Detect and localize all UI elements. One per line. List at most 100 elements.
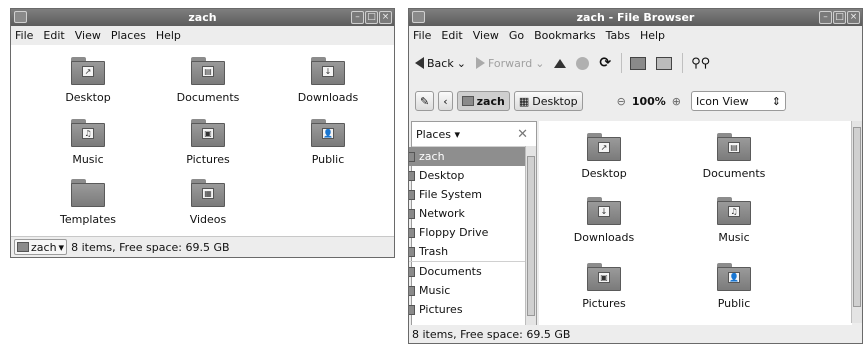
- file-label: Downloads: [297, 91, 359, 104]
- left-item-videos[interactable]: ▦ Videos: [153, 179, 263, 226]
- menu-view[interactable]: View: [75, 28, 101, 43]
- chevron-down-icon[interactable]: ⌄: [535, 57, 544, 70]
- places-sidebar: Places ▾ ✕ zach Desktop File System Network…: [409, 121, 537, 327]
- places-dropdown[interactable]: Places ▾: [416, 128, 460, 141]
- pictures-folder-icon: ▣: [191, 119, 225, 147]
- back-button[interactable]: Back ⌄: [415, 57, 466, 70]
- menu-go[interactable]: Go: [509, 28, 524, 43]
- zoom-out-icon[interactable]: ⊖: [617, 95, 626, 108]
- menu-tabs[interactable]: Tabs: [606, 28, 630, 43]
- back-label: Back: [427, 56, 454, 70]
- right-item-public[interactable]: 👤 Public: [679, 263, 789, 310]
- zoom-in-icon[interactable]: ⊕: [672, 95, 681, 108]
- menu-help[interactable]: Help: [640, 28, 665, 43]
- maximize-icon[interactable]: □: [833, 11, 846, 24]
- minimize-icon[interactable]: –: [819, 11, 832, 24]
- breadcrumb-current-label: zach: [476, 94, 505, 108]
- content-scroll-thumb[interactable]: [853, 127, 861, 307]
- left-window-title: zach: [188, 11, 217, 24]
- sidebar-item-trash[interactable]: Trash: [409, 242, 525, 261]
- breadcrumb-desktop[interactable]: ▦ Desktop: [513, 91, 583, 111]
- left-item-documents[interactable]: ▤ Documents: [153, 57, 263, 104]
- file-label: Pictures: [582, 297, 626, 310]
- search-button[interactable]: ⚲⚲: [691, 56, 710, 71]
- location-label: zach: [31, 240, 57, 254]
- chevron-down-icon[interactable]: ⌄: [457, 57, 466, 70]
- close-icon[interactable]: ×: [847, 11, 860, 24]
- file-label: Pictures: [186, 153, 230, 166]
- file-label: Videos: [189, 213, 227, 226]
- breadcrumb-zach[interactable]: zach: [456, 91, 510, 111]
- right-menubar: File Edit View Go Bookmarks Tabs Help: [409, 26, 862, 45]
- menu-edit[interactable]: Edit: [441, 28, 462, 43]
- menu-places[interactable]: Places: [111, 28, 146, 43]
- left-menubar: File Edit View Places Help: [11, 26, 394, 45]
- left-item-music[interactable]: ♫ Music: [33, 119, 143, 166]
- home-button[interactable]: [630, 56, 647, 70]
- right-item-music[interactable]: ♫ Music: [679, 197, 789, 244]
- music-icon: [409, 285, 415, 296]
- sidebar-item-zach[interactable]: zach: [409, 147, 525, 166]
- sidebar-item-desktop[interactable]: Desktop: [409, 166, 525, 185]
- menu-edit[interactable]: Edit: [43, 28, 64, 43]
- left-item-public[interactable]: 👤 Public: [273, 119, 383, 166]
- menu-file[interactable]: File: [413, 28, 431, 43]
- computer-button[interactable]: [656, 56, 673, 70]
- toggle-location-button[interactable]: ✎: [415, 91, 435, 111]
- file-label: Public: [311, 153, 345, 166]
- downloads-folder-icon: ↓: [587, 197, 621, 225]
- right-titlebar[interactable]: zach - File Browser – □ ×: [409, 9, 862, 26]
- right-item-pictures[interactable]: ▣ Pictures: [549, 263, 659, 310]
- trash-icon: [409, 246, 415, 257]
- public-folder-icon: 👤: [311, 119, 345, 147]
- file-label: Documents: [176, 91, 240, 104]
- templates-folder-icon: [71, 179, 105, 207]
- file-label: Desktop: [581, 167, 627, 180]
- desktop-icon: ▦: [518, 94, 530, 108]
- edit-location-icon: ✎: [420, 94, 430, 108]
- sidebar-scrollbar[interactable]: [525, 146, 536, 326]
- close-icon[interactable]: ×: [379, 11, 392, 24]
- breadcrumb-desktop-label: Desktop: [532, 94, 578, 108]
- right-item-downloads[interactable]: ↓ Downloads: [549, 197, 659, 244]
- sidebar-item-network[interactable]: Network: [409, 204, 525, 223]
- window-menu-icon[interactable]: [14, 11, 27, 23]
- desktop-folder-icon: ↗: [587, 133, 621, 161]
- close-sidebar-icon[interactable]: ✕: [517, 127, 528, 142]
- left-item-templates[interactable]: Templates: [33, 179, 143, 226]
- file-label: Desktop: [65, 91, 111, 104]
- left-item-desktop[interactable]: ↗ Desktop: [33, 57, 143, 104]
- right-icon-view[interactable]: ↗ Desktop ▤ Documents ↓ Downloads ♫ Music ▣ Pictu…: [539, 121, 852, 327]
- left-item-pictures[interactable]: ▣ Pictures: [153, 119, 263, 166]
- file-label: Documents: [702, 167, 766, 180]
- sidebar-scroll-thumb[interactable]: [527, 156, 535, 316]
- left-titlebar[interactable]: zach – □ ×: [11, 9, 394, 26]
- left-icon-view[interactable]: ↗ Desktop ▤ Documents ↓ Downloads ♫ Music ▣ Pictu…: [11, 45, 394, 237]
- sidebar-item-file-system[interactable]: File System: [409, 185, 525, 204]
- sidebar-item-pictures[interactable]: Pictures: [409, 300, 525, 319]
- menu-file[interactable]: File: [15, 28, 33, 43]
- sidebar-item-music[interactable]: Music: [409, 281, 525, 300]
- menu-help[interactable]: Help: [156, 28, 181, 43]
- right-item-documents[interactable]: ▤ Documents: [679, 133, 789, 180]
- right-item-desktop[interactable]: ↗ Desktop: [549, 133, 659, 180]
- minimize-icon[interactable]: –: [351, 11, 364, 24]
- left-item-downloads[interactable]: ↓ Downloads: [273, 57, 383, 104]
- maximize-icon[interactable]: □: [365, 11, 378, 24]
- path-left-button[interactable]: ‹: [438, 91, 453, 111]
- view-mode-select[interactable]: Icon View ⇕: [691, 91, 787, 111]
- file-label: Templates: [60, 213, 116, 226]
- menu-view[interactable]: View: [473, 28, 499, 43]
- downloads-folder-icon: ↓: [311, 57, 345, 85]
- window-menu-icon[interactable]: [412, 11, 425, 23]
- up-button[interactable]: [554, 58, 567, 68]
- sidebar-item-floppy-drive[interactable]: Floppy Drive: [409, 223, 525, 242]
- menu-bookmarks[interactable]: Bookmarks: [534, 28, 595, 43]
- reload-button[interactable]: ⟳: [599, 55, 611, 71]
- network-icon: [409, 208, 415, 219]
- forward-button[interactable]: Forward ⌄: [475, 57, 544, 70]
- content-scrollbar[interactable]: [851, 121, 862, 323]
- sidebar-item-documents[interactable]: Documents: [409, 261, 525, 281]
- location-dropdown[interactable]: zach ▾: [14, 239, 68, 255]
- stop-button[interactable]: [576, 56, 590, 70]
